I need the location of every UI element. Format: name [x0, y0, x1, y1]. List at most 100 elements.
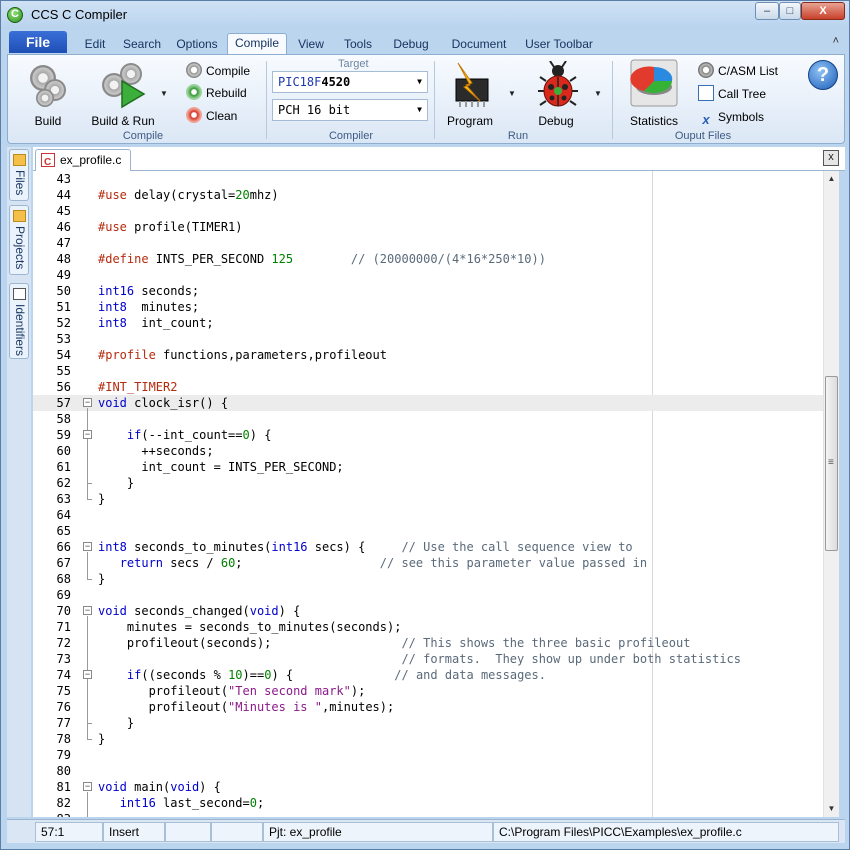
side-tab-identifiers[interactable]: Identifiers [9, 283, 29, 359]
compile-button[interactable]: Compile [186, 61, 250, 81]
statistics-button[interactable]: Statistics [624, 59, 684, 129]
editor-tab-ex-profile[interactable]: ex_profile.c [35, 149, 131, 173]
code-line[interactable]: 51 int8 minutes; [33, 299, 823, 315]
close-editor-icon[interactable]: x [823, 150, 839, 166]
fold-toggle-icon[interactable]: − [83, 606, 92, 615]
code-line[interactable]: 73 // formats. They show up under both s… [33, 651, 823, 667]
code-line[interactable]: 69 [33, 587, 823, 603]
code-line[interactable]: 57 void clock_isr() { [33, 395, 823, 411]
tab-tools[interactable]: Tools [335, 35, 381, 55]
build-run-dropdown-icon[interactable]: ▼ [160, 89, 168, 98]
code-line[interactable]: 62 } [33, 475, 823, 491]
scroll-up-icon[interactable]: ▲ [824, 171, 839, 187]
compiler-select[interactable]: PCH 16 bit ▼ [272, 99, 428, 121]
vertical-scrollbar[interactable]: ▲ ▼ [823, 171, 839, 817]
code-line[interactable]: 56 #INT_TIMER2 [33, 379, 823, 395]
scroll-thumb[interactable] [825, 376, 838, 551]
code-text: int8 int_count; [98, 316, 214, 330]
code-line[interactable]: 46 #use profile(TIMER1) [33, 219, 823, 235]
code-line[interactable]: 53 [33, 331, 823, 347]
program-dropdown-icon[interactable]: ▼ [508, 89, 516, 98]
build-button[interactable]: Build [18, 59, 78, 129]
symbols-button[interactable]: x Symbols [698, 107, 764, 127]
tab-debug[interactable]: Debug [385, 35, 437, 55]
minimize-button[interactable]: – [755, 2, 779, 20]
program-label: Program [446, 114, 493, 128]
fold-toggle-icon[interactable]: − [83, 430, 92, 439]
code-line[interactable]: 43 [33, 171, 823, 187]
program-button[interactable]: Program [440, 59, 500, 129]
fold-toggle-icon[interactable]: − [83, 542, 92, 551]
target-device-select[interactable]: PIC18F4520 ▼ [272, 71, 428, 93]
code-editor[interactable]: 43 44 #use delay(crystal=20mhz) 45 46 #use pr… [33, 171, 839, 817]
ribbon-compile-panel: Build Build & Run ▼ Compile Rebuild Clea… [7, 54, 845, 144]
tab-edit[interactable]: Edit [75, 35, 115, 55]
close-button[interactable]: X [801, 2, 845, 20]
code-line[interactable]: 65 [33, 523, 823, 539]
code-line[interactable]: 63} [33, 491, 823, 507]
line-number: 58 [56, 412, 71, 426]
code-line[interactable]: 50 int16 seconds; [33, 283, 823, 299]
tab-user-toolbar[interactable]: User Toolbar [519, 35, 599, 55]
casm-list-button[interactable]: C/ASM List [698, 61, 778, 81]
code-line[interactable]: 75 profileout("Ten second mark"); [33, 683, 823, 699]
code-line[interactable]: 72 profileout(seconds); // This shows th… [33, 635, 823, 651]
code-line[interactable]: 54 #profile functions,parameters,profileo… [33, 347, 823, 363]
code-line[interactable]: 83 [33, 811, 823, 817]
file-menu-tab[interactable]: File [9, 31, 67, 53]
code-line[interactable]: 82 int16 last_second=0; [33, 795, 823, 811]
code-line[interactable]: 58 [33, 411, 823, 427]
code-line[interactable]: 47 [33, 235, 823, 251]
code-line[interactable]: 61 int_count = INTS_PER_SECOND; [33, 459, 823, 475]
debug-dropdown-icon[interactable]: ▼ [594, 89, 602, 98]
code-line[interactable]: 71 minutes = seconds_to_minutes(seconds)… [33, 619, 823, 635]
code-line[interactable]: 44 #use delay(crystal=20mhz) [33, 187, 823, 203]
run-group-label: Run [507, 130, 529, 142]
code-line[interactable]: 76 profileout("Minutes is ",minutes); [33, 699, 823, 715]
code-line[interactable]: 48 #define INTS_PER_SECOND 125 // (200000… [33, 251, 823, 267]
fold-toggle-icon[interactable]: − [83, 398, 92, 407]
code-line[interactable]: 70 void seconds_changed(void) { [33, 603, 823, 619]
code-line[interactable]: 52 int8 int_count; [33, 315, 823, 331]
code-line[interactable]: 74 if((seconds % 10)==0) { // and data m… [33, 667, 823, 683]
code-line[interactable]: 59 if(--int_count==0) { [33, 427, 823, 443]
target-label: Target [338, 58, 369, 70]
code-line[interactable]: 77 } [33, 715, 823, 731]
code-line[interactable]: 60 ++seconds; [33, 443, 823, 459]
code-text: if(--int_count==0) { [126, 428, 272, 442]
side-tab-projects[interactable]: Projects [9, 205, 29, 275]
fold-toggle-icon[interactable]: − [83, 782, 92, 791]
code-line[interactable]: 67 return secs / 60; // see this paramet… [33, 555, 823, 571]
code-line[interactable]: 45 [33, 203, 823, 219]
tab-search[interactable]: Search [115, 35, 169, 55]
tab-document[interactable]: Document [443, 35, 515, 55]
code-line[interactable]: 81 void main(void) { [33, 779, 823, 795]
code-line[interactable]: 78} [33, 731, 823, 747]
code-line[interactable]: 79 [33, 747, 823, 763]
code-line[interactable]: 68} [33, 571, 823, 587]
tab-options[interactable]: Options [169, 35, 225, 55]
clean-button[interactable]: Clean [186, 106, 237, 126]
code-line[interactable]: 66 int8 seconds_to_minutes(int16 secs) { … [33, 539, 823, 555]
code-text: minutes = seconds_to_minutes(seconds); [98, 620, 402, 634]
maximize-button[interactable]: □ [779, 2, 801, 20]
code-line[interactable]: 55 [33, 363, 823, 379]
fold-toggle-icon[interactable]: − [83, 670, 92, 679]
code-text: #profile functions,parameters,profileout [98, 348, 387, 362]
scroll-down-icon[interactable]: ▼ [824, 801, 839, 817]
title-bar[interactable]: CCS C Compiler – □ X [1, 1, 849, 29]
code-line[interactable]: 49 [33, 267, 823, 283]
compile-group-label: Compile [122, 130, 164, 142]
code-line[interactable]: 64 [33, 507, 823, 523]
side-tab-files[interactable]: Files [9, 149, 29, 201]
tab-view[interactable]: View [291, 35, 331, 55]
ribbon-collapse-icon[interactable]: ˄ [833, 35, 839, 47]
build-and-run-button[interactable]: Build & Run [90, 59, 156, 129]
line-number: 71 [56, 620, 71, 634]
debug-button[interactable]: Debug [524, 59, 588, 129]
call-tree-button[interactable]: Call Tree [698, 84, 766, 104]
code-line[interactable]: 80 [33, 763, 823, 779]
help-icon[interactable]: ? [808, 60, 838, 90]
rebuild-button[interactable]: Rebuild [186, 83, 247, 103]
tab-compile[interactable]: Compile [227, 33, 287, 55]
